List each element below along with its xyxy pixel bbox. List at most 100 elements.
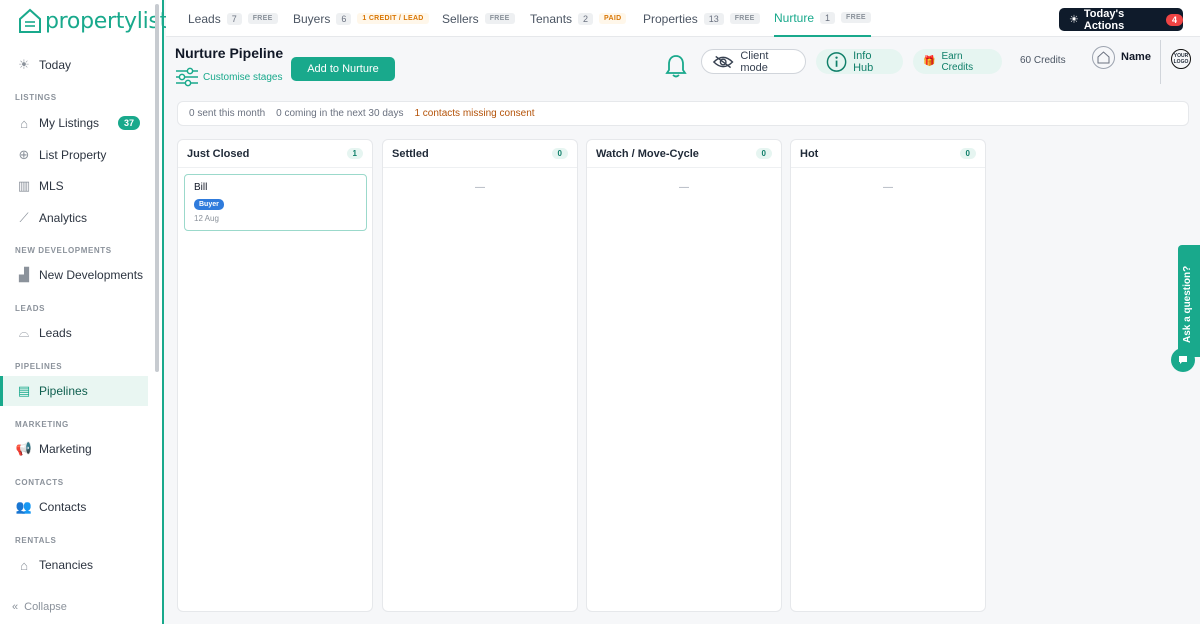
column-count: 0	[959, 148, 976, 159]
avatar[interactable]	[1092, 46, 1115, 69]
sidebar-item-label: New Developments	[39, 268, 144, 282]
info-icon	[826, 51, 847, 72]
empty-placeholder: —	[883, 182, 893, 193]
house-logo-icon	[19, 8, 41, 33]
column-title: Hot	[800, 147, 819, 160]
sidebar-item-label: Marketing	[39, 442, 92, 456]
tab-nurture[interactable]: Nurture 1 FREE	[774, 0, 871, 37]
todays-actions-button[interactable]: ☀ Today's Actions 4	[1059, 7, 1183, 32]
tab-tenants[interactable]: Tenants 2 PAID	[530, 0, 627, 37]
tab-tag: FREE	[841, 12, 871, 23]
chart-icon: ⟋	[19, 210, 29, 225]
sliders-icon	[176, 67, 198, 87]
tab-label: Leads	[188, 11, 221, 26]
chat-icon	[1179, 356, 1187, 364]
section-leads: LEADS	[15, 304, 46, 313]
tab-label: Nurture	[774, 10, 815, 25]
customise-stages-link[interactable]: Customise stages	[175, 67, 282, 87]
nurture-stats-bar: 0 sent this month 0 coming in the next 3…	[177, 101, 1189, 126]
sun-icon: ☀	[1069, 14, 1079, 26]
sidebar-item-marketing[interactable]: 📢 Marketing	[0, 434, 148, 464]
sidebar-item-label: Pipelines	[39, 384, 88, 398]
section-listings: LISTINGS	[15, 93, 57, 102]
tab-sellers[interactable]: Sellers FREE	[442, 0, 515, 37]
stat-sent: 0 sent this month	[189, 108, 266, 119]
tab-count: 1	[820, 11, 836, 24]
tab-leads[interactable]: Leads 7 FREE	[188, 0, 278, 37]
column-header: Watch / Move-Cycle 0	[587, 140, 781, 168]
sidebar-item-mls[interactable]: ▥ MLS	[0, 171, 148, 201]
gift-icon: 🎁	[923, 56, 936, 67]
earn-credits-label: Earn Credits	[941, 50, 974, 73]
house-avatar-icon	[1097, 51, 1110, 64]
tab-tag: FREE	[729, 13, 760, 24]
stat-coming: 0 coming in the next 30 days	[276, 108, 404, 119]
tab-label: Buyers	[293, 11, 331, 26]
bell-icon[interactable]	[664, 53, 688, 79]
contact-card[interactable]: Bill Buyer 12 Aug	[184, 174, 367, 231]
sidebar-item-my-listings[interactable]: ⌂ My Listings 37	[0, 108, 148, 138]
bar-chart-icon: ▟	[19, 267, 29, 282]
empty-placeholder: —	[475, 182, 485, 193]
user-name[interactable]: Name	[1121, 51, 1151, 63]
plus-circle-icon: ⊕	[18, 147, 30, 162]
sidebar-item-new-developments[interactable]: ▟ New Developments	[0, 260, 148, 290]
add-to-nurture-button[interactable]: Add to Nurture	[291, 57, 395, 81]
eye-off-icon	[712, 55, 734, 68]
kanban-icon: ▤	[17, 383, 31, 398]
column-title: Just Closed	[187, 147, 250, 160]
tab-tag: 1 CREDIT / LEAD	[357, 13, 429, 24]
client-mode-toggle[interactable]: Client mode	[701, 49, 806, 74]
tab-label: Properties	[643, 11, 698, 26]
credits-balance: 60 Credits	[1020, 55, 1066, 66]
sidebar-item-tenancies[interactable]: ⌂ Tenancies	[0, 550, 148, 580]
sidebar-item-label: Today	[39, 58, 72, 72]
tab-tag: FREE	[484, 13, 515, 24]
tab-properties[interactable]: Properties 13 FREE	[643, 0, 760, 37]
inbox-icon: ⌓	[18, 325, 30, 340]
section-pipelines: PIPELINES	[15, 362, 63, 371]
sidebar-item-contacts[interactable]: 👥 Contacts	[0, 492, 148, 522]
sidebar-item-label: Contacts	[39, 500, 87, 514]
contact-name: Bill	[194, 182, 208, 193]
column-count: 0	[551, 148, 568, 159]
sidebar-item-label: Leads	[39, 326, 72, 340]
home-icon: ⌂	[20, 115, 28, 131]
sidebar-scrollbar[interactable]	[155, 4, 159, 372]
sidebar-item-analytics[interactable]: ⟋ Analytics	[0, 203, 148, 233]
tab-count: 2	[578, 12, 594, 25]
top-tab-bar: Leads 7 FREE Buyers 6 1 CREDIT / LEAD Se…	[166, 0, 1200, 37]
sun-icon: ☀	[18, 57, 30, 72]
info-hub-button[interactable]: Info Hub	[816, 49, 903, 74]
column-just-closed: Just Closed 1 Bill Buyer 12 Aug	[177, 139, 373, 612]
earn-credits-button[interactable]: 🎁 Earn Credits	[913, 49, 1002, 74]
column-header: Hot 0	[791, 140, 985, 168]
sidebar-item-list-property[interactable]: ⊕ List Property	[0, 140, 148, 170]
sidebar-item-pipelines[interactable]: ▤ Pipelines	[0, 376, 148, 406]
tab-label: Tenants	[530, 11, 573, 26]
chat-bubble-icon[interactable]	[1171, 348, 1195, 372]
header-divider	[1160, 40, 1161, 84]
empty-placeholder: —	[679, 182, 689, 193]
page-title: Nurture Pipeline	[175, 45, 284, 61]
sidebar-item-leads[interactable]: ⌓ Leads	[0, 318, 148, 348]
column-count: 1	[346, 148, 363, 159]
section-contacts: CONTACTS	[15, 478, 64, 487]
collapse-button[interactable]: « Collapse	[12, 601, 67, 613]
ask-question-tab[interactable]: Ask a question?	[1178, 245, 1200, 357]
building-icon: ▥	[17, 178, 31, 193]
column-title: Settled	[392, 147, 429, 160]
sidebar: propertylist ☀ Today LISTINGS ⌂ My Listi…	[0, 0, 168, 624]
stat-missing-consent[interactable]: 1 contacts missing consent	[414, 108, 534, 119]
ask-question-label: Ask a question?	[1182, 265, 1193, 343]
todays-actions-label: Today's Actions	[1083, 7, 1125, 32]
contact-date: 12 Aug	[194, 214, 219, 223]
column-watch-move-cycle: Watch / Move-Cycle 0 —	[586, 139, 782, 612]
sidebar-item-today[interactable]: ☀ Today	[0, 50, 148, 80]
brand-logo-badge: YOUR LOGO	[1171, 49, 1191, 69]
section-new-developments: NEW DEVELOPMENTS	[15, 246, 112, 255]
tab-buyers[interactable]: Buyers 6 1 CREDIT / LEAD	[293, 0, 429, 37]
app-logo[interactable]: propertylist	[18, 8, 168, 34]
section-rentals: RENTALS	[15, 536, 57, 545]
column-count: 0	[755, 148, 772, 159]
